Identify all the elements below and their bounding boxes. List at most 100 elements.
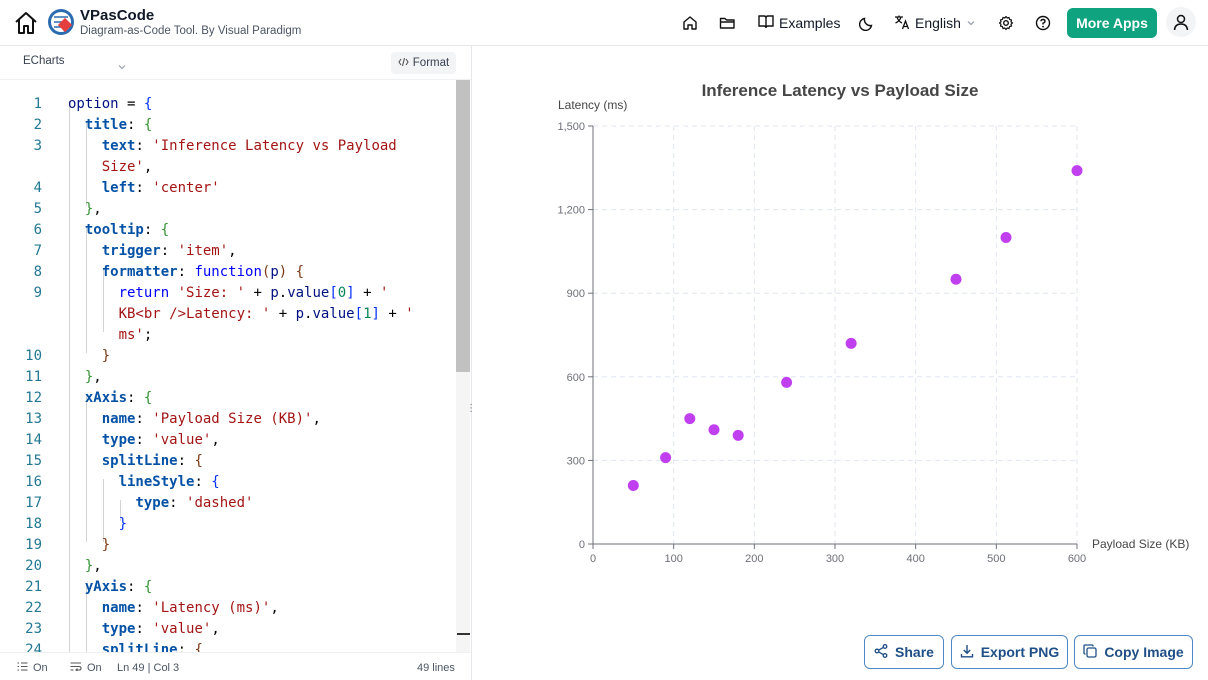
gear-icon[interactable] [995,12,1017,34]
diagram-language-select[interactable]: ECharts [23,55,65,67]
code-line[interactable]: 10 } [0,346,456,367]
data-point[interactable] [781,376,793,388]
editor-scrollbar-thumb[interactable] [456,80,470,372]
data-point[interactable] [845,337,857,349]
code-editor[interactable]: 1 option = {2 title: {3 text: 'Inference … [0,80,456,652]
code-line[interactable]: 4 left: 'center' [0,178,456,199]
line-number: 19 [25,537,42,553]
line-number: 11 [25,369,42,385]
home-icon[interactable] [12,9,40,37]
x-tick-label: 100 [664,553,682,565]
code-text: type: 'value', [101,621,220,637]
code-line[interactable]: 1 option = { [0,94,456,115]
code-line[interactable]: 8 formatter: function(p) { [0,262,456,283]
y-tick-label: 1,500 [557,121,585,133]
code-text: left: 'center' [101,180,220,196]
code-line[interactable]: Size', [0,157,456,178]
data-point[interactable] [1000,231,1012,243]
y-tick-label: 1,200 [557,205,585,217]
code-line[interactable]: 14 type: 'value', [0,430,456,451]
download-icon [960,644,974,661]
line-number: 23 [25,621,42,637]
language-label: English [915,15,961,31]
code-line[interactable]: KB<br />Latency: ' + p.value[1] + ' [0,304,456,325]
code-line[interactable]: 24 splitLine: { [0,640,456,652]
format-button[interactable]: Format [391,52,456,74]
code-line[interactable]: 18 } [0,514,456,535]
code-line[interactable]: 19 } [0,535,456,556]
export-png-label: Export PNG [980,644,1060,660]
code-line[interactable]: ms'; [0,325,456,346]
code-line[interactable]: 21 yAxis: { [0,577,456,598]
code-line[interactable]: 20 }, [0,556,456,577]
help-icon[interactable] [1032,12,1054,34]
data-point[interactable] [1071,165,1083,177]
line-number: 10 [25,348,42,364]
code-line[interactable]: 23 type: 'value', [0,619,456,640]
wrap-toggle[interactable]: On [17,662,48,674]
top-header: VPasCode Diagram-as-Code Tool. By Visual… [0,0,1208,46]
minimap-toggle[interactable]: On [70,662,102,674]
data-point[interactable] [950,273,962,285]
code-line[interactable]: 7 trigger: 'item', [0,241,456,262]
data-point[interactable] [684,413,696,425]
code-text: } [101,537,111,553]
code-line[interactable]: 9 return 'Size: ' + p.value[0] + ' [0,283,456,304]
code-line[interactable]: 15 splitLine: { [0,451,456,472]
wrap-status: On [33,662,48,674]
code-text: return 'Size: ' + p.value[0] + ' [118,285,389,301]
code-line[interactable]: 13 name: 'Payload Size (KB)', [0,409,456,430]
more-apps-button[interactable]: More Apps [1067,8,1157,38]
share-button[interactable]: Share [864,635,944,669]
code-line[interactable]: 11 }, [0,367,456,388]
app-root: VPasCode Diagram-as-Code Tool. By Visual… [0,0,1208,680]
code-text: KB<br />Latency: ' + p.value[1] + ' [118,306,414,322]
line-number: 9 [33,285,42,301]
code-text: }, [84,558,102,574]
code-line[interactable]: 22 name: 'Latency (ms)', [0,598,456,619]
code-line[interactable]: 6 tooltip: { [0,220,456,241]
code-line[interactable]: 2 title: { [0,115,456,136]
code-text: type: 'value', [101,432,220,448]
line-number: 8 [33,264,42,280]
code-text: option = { [68,96,153,112]
export-png-button[interactable]: Export PNG [951,635,1068,669]
moon-icon[interactable] [856,12,878,34]
code-text: }, [84,369,102,385]
data-point[interactable] [627,479,639,491]
data-point[interactable] [732,429,744,441]
format-label: Format [412,57,450,69]
code-line[interactable]: 16 lineStyle: { [0,472,456,493]
preview-panel: Inference Latency vs Payload Size Latency… [472,46,1208,680]
chevron-down-icon[interactable] [118,58,126,76]
code-line[interactable]: 3 text: 'Inference Latency vs Payload [0,136,456,157]
line-number: 20 [25,558,42,574]
x-tick-label: 400 [906,553,924,565]
code-line[interactable]: 5 }, [0,199,456,220]
brand-name: VPasCode [80,7,155,24]
examples-label: Examples [779,15,841,31]
x-tick-label: 0 [590,553,596,565]
copy-icon [1083,643,1097,661]
home-nav-icon[interactable] [679,12,701,34]
scatter-chart[interactable]: Inference Latency vs Payload Size Latency… [472,46,1208,626]
brand-subtitle: Diagram-as-Code Tool. By Visual Paradigm [80,25,302,37]
y-tick-label: 300 [567,455,585,467]
x-tick-label: 300 [826,553,844,565]
line-number: 5 [33,201,42,217]
user-icon[interactable] [1166,7,1196,37]
data-point[interactable] [708,424,720,436]
data-point[interactable] [660,452,672,464]
language-selector[interactable]: English [894,12,976,34]
folder-icon[interactable] [716,12,738,34]
line-number: 24 [25,642,42,652]
examples-link[interactable]: Examples [758,12,840,34]
code-text: text: 'Inference Latency vs Payload [101,138,397,154]
code-text: tooltip: { [84,222,170,238]
copy-image-button[interactable]: Copy Image [1074,635,1193,669]
y-tick-label: 0 [579,539,585,551]
line-number: 4 [33,180,42,196]
book-icon [758,14,774,32]
code-line[interactable]: 12 xAxis: { [0,388,456,409]
code-line[interactable]: 17 type: 'dashed' [0,493,456,514]
